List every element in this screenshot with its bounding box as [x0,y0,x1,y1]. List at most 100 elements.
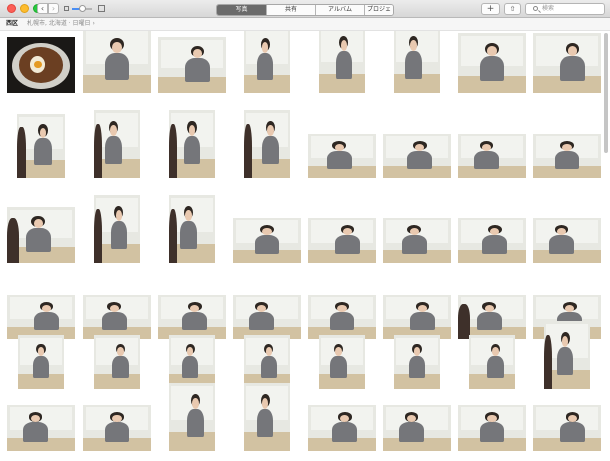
photo-thumbnail[interactable] [94,195,140,263]
photo-thumbnail[interactable] [94,110,140,178]
person-body [405,50,422,80]
person-body [487,355,504,379]
person-face [112,42,122,53]
person-face [41,304,52,312]
photos-window: ‹ › 写真 共有 アルバム プロジェクト + ⇧ 検索 西区 札幌市, 北海道… [0,0,610,461]
person-body [560,422,585,442]
tab-projects[interactable]: プロジェクト [364,5,393,15]
photo-thumbnail[interactable] [319,335,365,389]
photo-thumbnail[interactable] [458,218,526,263]
photo-thumbnail[interactable] [158,37,226,93]
person-body [102,311,127,331]
person-face [340,39,348,51]
photo-thumbnail[interactable] [458,405,526,451]
moment-location-subtitle[interactable]: 札幌市, 北海道 · 日曜日 › [27,18,95,30]
photo-thumbnail[interactable] [394,335,440,389]
back-button[interactable]: ‹ [37,3,48,14]
photo-thumbnail[interactable] [308,218,376,263]
person-face [189,304,200,312]
person-body [332,422,357,442]
photo-thumbnail[interactable] [244,383,290,451]
person-body [23,422,48,442]
photo-thumbnail[interactable] [308,295,376,339]
photo-thumbnail[interactable] [158,295,226,339]
photo-thumbnail[interactable] [458,295,526,339]
photo-thumbnail[interactable] [169,110,215,178]
photo-thumbnail[interactable] [308,134,376,178]
photo-thumbnail[interactable] [383,218,451,263]
photo-thumbnail[interactable] [458,33,526,93]
photo-thumbnail[interactable] [383,295,451,339]
person-face [410,39,417,51]
person-body [560,55,585,81]
minimize-window-button[interactable] [20,4,29,13]
person-face [262,227,272,236]
photo-thumbnail[interactable] [17,114,65,178]
photo-thumbnail[interactable] [169,335,215,389]
photo-thumbnail[interactable] [544,321,590,389]
person-body [32,355,50,379]
person-face [481,143,492,151]
person-face [409,227,420,236]
add-button[interactable]: + [481,3,500,15]
person-face [110,124,117,136]
foreground-person [169,123,178,178]
photo-thumbnail[interactable] [169,195,215,263]
person-body [183,135,201,165]
person-face [186,346,194,356]
toolbar: ‹ › 写真 共有 アルバム プロジェクト + ⇧ 検索 [0,0,610,18]
person-face [414,143,425,151]
photo-thumbnail-food[interactable] [7,37,75,93]
photo-thumbnail[interactable] [394,31,440,93]
person-body [402,235,427,254]
tab-photos[interactable]: 写真 [217,5,266,15]
photo-thumbnail[interactable] [533,218,601,263]
photo-thumbnail[interactable] [458,134,526,178]
photo-thumbnail[interactable] [244,31,290,93]
photo-thumbnail[interactable] [18,335,64,389]
forward-button[interactable]: › [48,3,59,14]
photo-thumbnail[interactable] [7,207,75,263]
photo-thumbnail[interactable] [233,295,301,339]
tab-albums[interactable]: アルバム [315,5,364,15]
person-face [192,397,199,409]
zoom-slider-knob[interactable] [79,5,86,12]
person-face [37,346,45,356]
photo-thumbnail[interactable] [83,405,151,451]
zoom-out-icon[interactable] [64,6,69,11]
person-face [115,209,123,221]
moment-location-title[interactable]: 西区 [6,18,18,30]
photo-thumbnail[interactable] [308,405,376,451]
photo-thumbnail[interactable] [383,134,451,178]
close-window-button[interactable] [7,4,16,13]
photo-thumbnail[interactable] [533,405,601,451]
person-face [413,346,421,356]
photo-thumbnail[interactable] [83,295,151,339]
person-body [482,235,507,254]
photo-thumbnail[interactable] [83,31,151,93]
photo-thumbnail[interactable] [244,335,290,389]
photo-thumbnail[interactable] [7,295,75,339]
tab-shared[interactable]: 共有 [266,5,315,15]
photo-thumbnail[interactable] [244,110,290,178]
person-body [187,408,204,438]
photo-thumbnail[interactable] [169,383,215,451]
photo-thumbnail[interactable] [319,31,365,93]
person-face [562,143,572,151]
photo-thumbnail[interactable] [533,134,601,178]
person-body [26,228,51,252]
moment-header: 西区 札幌市, 北海道 · 日曜日 › [0,18,610,31]
photo-thumbnail[interactable] [469,335,515,389]
scrollbar[interactable] [604,33,608,153]
share-button[interactable]: ⇧ [504,3,521,15]
photo-thumbnail[interactable] [233,218,301,263]
zoom-in-icon[interactable] [98,5,105,12]
search-input[interactable]: 検索 [525,3,605,15]
person-body [256,52,274,80]
photo-thumbnail[interactable] [533,33,601,93]
photo-thumbnail[interactable] [383,405,451,451]
person-face [564,304,575,312]
photo-thumbnail[interactable] [7,405,75,451]
person-body [180,220,197,250]
photo-thumbnail[interactable] [94,335,140,389]
